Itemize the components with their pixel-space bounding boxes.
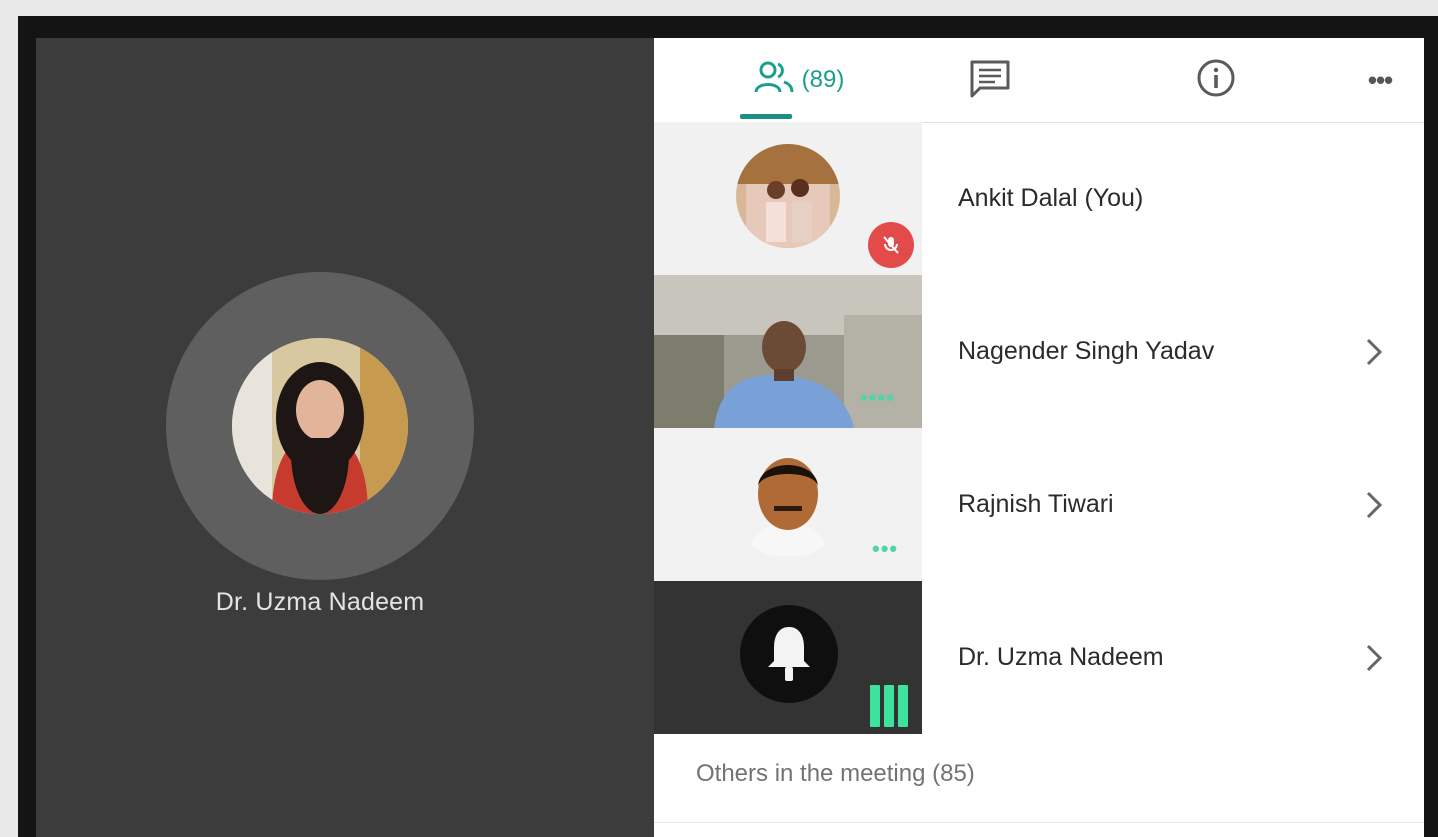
others-section-label: Others in the meeting (85) bbox=[696, 760, 975, 787]
participant-name: Ankit Dalal (You) bbox=[958, 184, 1144, 212]
info-icon bbox=[1196, 58, 1236, 103]
participant-row[interactable]: •••• Nagender Singh Yadav bbox=[654, 275, 1424, 428]
participant-row[interactable]: Dr. Uzma Nadeem bbox=[654, 581, 1424, 734]
participants-panel: (89) ••• Ankit Dalal (You) •••• Nagender… bbox=[654, 38, 1424, 837]
participant-video-thumbnail: •••• bbox=[654, 275, 922, 428]
chat-icon bbox=[968, 58, 1012, 103]
tab-chat[interactable] bbox=[960, 38, 1020, 122]
active-speaker-name: Dr. Uzma Nadeem bbox=[215, 588, 425, 616]
audio-level-icon bbox=[870, 681, 912, 727]
panel-tab-bar: (89) ••• bbox=[654, 38, 1424, 123]
more-horizontal-icon: ••• bbox=[1367, 65, 1393, 95]
more-options-button[interactable]: ••• bbox=[1350, 38, 1410, 122]
people-count: (89) bbox=[801, 66, 845, 93]
activity-dots-icon: ••• bbox=[872, 536, 899, 561]
participant-row[interactable]: ••• Rajnish Tiwari bbox=[654, 428, 1424, 581]
mic-off-icon bbox=[883, 236, 899, 254]
chevron-right-icon[interactable] bbox=[1362, 581, 1386, 734]
active-speaker-ring bbox=[166, 272, 474, 580]
tab-info[interactable] bbox=[1186, 38, 1246, 122]
tab-people[interactable]: (89) bbox=[734, 38, 864, 122]
bell-icon bbox=[768, 627, 810, 681]
participant-thumbnail bbox=[654, 122, 922, 275]
divider bbox=[654, 822, 1424, 823]
avatar bbox=[740, 605, 838, 703]
participant-name: Dr. Uzma Nadeem bbox=[958, 643, 1164, 671]
participant-thumbnail bbox=[654, 581, 922, 734]
avatar bbox=[738, 446, 838, 556]
avatar bbox=[736, 144, 840, 248]
participant-row[interactable]: Ankit Dalal (You) bbox=[654, 122, 1424, 275]
active-tab-indicator bbox=[740, 114, 792, 119]
people-icon bbox=[754, 60, 794, 101]
activity-dots-icon: •••• bbox=[860, 385, 895, 410]
participant-thumbnail: ••• bbox=[654, 428, 922, 581]
chevron-right-icon[interactable] bbox=[1362, 428, 1386, 581]
participant-name: Rajnish Tiwari bbox=[958, 490, 1114, 518]
mic-off-badge bbox=[868, 222, 914, 268]
participant-name: Nagender Singh Yadav bbox=[958, 337, 1215, 365]
active-speaker-avatar bbox=[232, 338, 408, 514]
main-stage: Dr. Uzma Nadeem bbox=[36, 38, 654, 837]
chevron-right-icon[interactable] bbox=[1362, 275, 1386, 428]
